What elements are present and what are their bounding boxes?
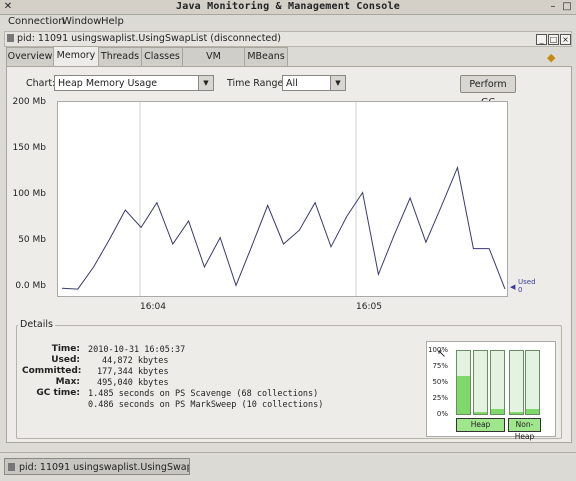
pool-fill xyxy=(474,412,487,414)
chart-label: Chart: xyxy=(26,78,56,89)
chart-select-value: Heap Memory Usage xyxy=(58,78,158,89)
time-label: Time: xyxy=(51,344,80,354)
series-line xyxy=(61,165,506,290)
tab-threads[interactable]: Threads xyxy=(98,47,142,66)
connection-frame-titlebar: pid: 11091 usingswaplist.UsingSwapList (… xyxy=(4,31,572,47)
menu-window[interactable]: Window xyxy=(62,16,101,27)
pool-fill xyxy=(510,412,523,414)
pool-fill xyxy=(491,408,504,414)
time-range-value: All xyxy=(286,78,298,89)
percent-label: 75% xyxy=(432,362,448,370)
legend-value: 0 xyxy=(518,286,523,294)
time-range-select[interactable]: All ▼ xyxy=(282,75,346,91)
legend-arrow-icon: ◀ xyxy=(510,283,516,291)
java-duke-icon: ◆ xyxy=(547,51,556,64)
heap-pool-bar[interactable] xyxy=(456,350,471,415)
percent-label: 0% xyxy=(436,410,448,418)
x-tick-label: 16:05 xyxy=(356,302,382,312)
gc-marksweep-value: 0.486 seconds on PS MarkSweep (10 collec… xyxy=(88,400,324,410)
memory-chart xyxy=(57,101,508,297)
tab-overview[interactable]: Overview xyxy=(6,47,54,66)
iconify-frame-icon[interactable]: _ xyxy=(536,34,547,45)
tab-mbeans[interactable]: MBeans xyxy=(244,47,288,66)
max-label: Max: xyxy=(55,377,80,387)
gc-scavenge-value: 1.485 seconds on PS Scavenge (68 collect… xyxy=(88,389,319,399)
tab-classes[interactable]: Classes xyxy=(141,47,183,66)
perform-gc-button[interactable]: Perform GC xyxy=(460,75,516,108)
java-icon xyxy=(7,34,14,42)
percent-label: 50% xyxy=(432,378,448,386)
x-tick-label: 16:04 xyxy=(140,302,166,312)
minimize-window-icon[interactable]: – xyxy=(548,2,558,12)
java-icon xyxy=(8,463,15,471)
nonheap-pool-bar[interactable] xyxy=(525,350,540,415)
memory-chart-svg xyxy=(61,102,506,296)
maximize-window-icon[interactable]: □ xyxy=(562,2,572,12)
window-title: Java Monitoring & Management Console xyxy=(176,1,400,12)
pool-fill xyxy=(526,408,539,414)
used-value: 44,872 kbytes xyxy=(102,356,169,366)
chart-select[interactable]: Heap Memory Usage ▼ xyxy=(54,75,214,91)
nonheap-label[interactable]: Non-Heap xyxy=(508,418,541,441)
tab-vm-summary[interactable]: VM Summary xyxy=(182,47,245,80)
used-label: Used: xyxy=(51,355,80,365)
legend-used: Used xyxy=(518,278,536,286)
heap-label[interactable]: Heap xyxy=(456,418,505,432)
time-range-label: Time Range: xyxy=(227,78,287,89)
committed-value: 177,344 kbytes xyxy=(97,367,169,377)
taskbar: pid: 11091 usingswaplist.UsingSwapList..… xyxy=(0,452,576,481)
y-tick-label: 0.0 Mb xyxy=(15,281,46,291)
y-tick-label: 200 Mb xyxy=(12,97,46,107)
time-value: 2010-10-31 16:05:37 xyxy=(88,345,186,355)
connection-title: pid: 11091 usingswaplist.UsingSwapList (… xyxy=(17,33,282,44)
heap-pool-bar[interactable] xyxy=(473,350,488,415)
taskbar-window-button[interactable]: pid: 11091 usingswaplist.UsingSwapList..… xyxy=(4,458,190,475)
max-value: 495,040 kbytes xyxy=(97,378,169,388)
menu-connection[interactable]: Connection xyxy=(8,16,65,27)
nonheap-pool-bar[interactable] xyxy=(509,350,524,415)
chevron-down-icon: ▼ xyxy=(198,76,213,90)
menubar: Connection Window Help xyxy=(0,15,576,30)
y-tick-label: 50 Mb xyxy=(18,235,46,245)
heap-pool-bar[interactable] xyxy=(490,350,505,415)
details-heading: Details xyxy=(18,319,55,330)
y-tick-label: 100 Mb xyxy=(12,189,46,199)
maximize-frame-icon[interactable]: □ xyxy=(548,34,559,45)
mouse-pointer-icon: ↖ xyxy=(437,347,447,360)
gc-time-label: GC time: xyxy=(36,388,80,398)
tab-memory[interactable]: Memory xyxy=(53,46,99,67)
percent-label: 25% xyxy=(432,394,448,402)
menu-help[interactable]: Help xyxy=(101,16,124,27)
close-frame-icon[interactable]: × xyxy=(560,34,571,45)
chevron-down-icon: ▼ xyxy=(330,76,345,90)
pool-fill xyxy=(457,376,470,414)
taskbar-window-label: pid: 11091 usingswaplist.UsingSwapList..… xyxy=(19,462,189,473)
y-tick-label: 150 Mb xyxy=(12,143,46,153)
window-titlebar: ✕ Java Monitoring & Management Console –… xyxy=(0,0,576,15)
committed-label: Committed: xyxy=(22,366,82,376)
